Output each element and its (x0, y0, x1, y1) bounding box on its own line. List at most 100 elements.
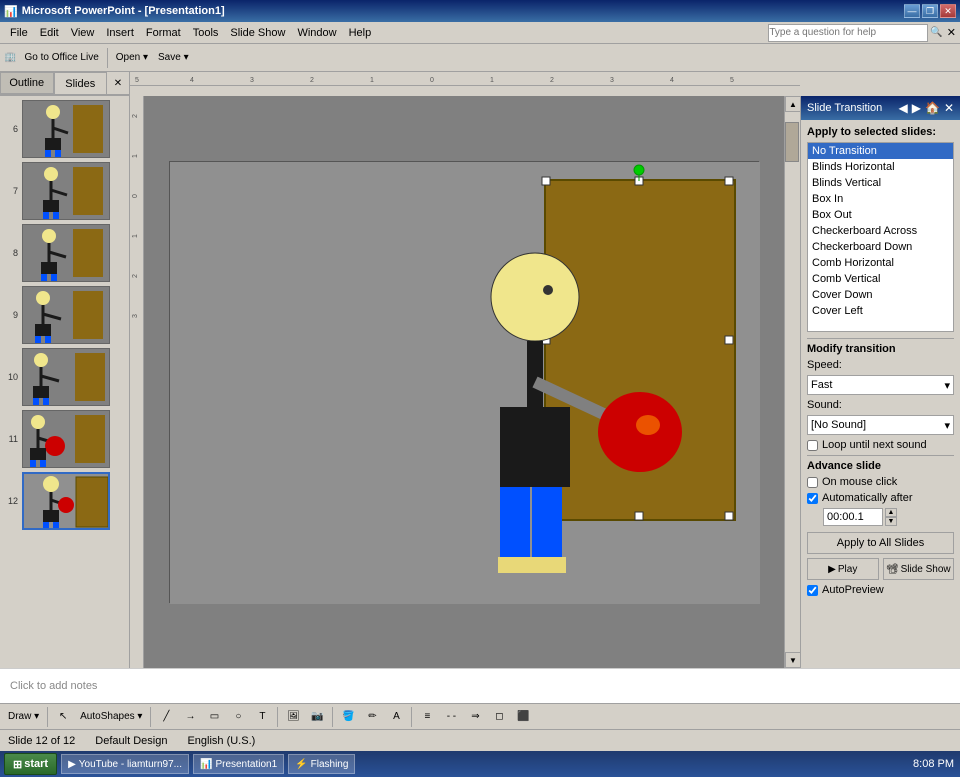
menu-tools[interactable]: Tools (187, 25, 225, 41)
taskbar-youtube[interactable]: ▶ YouTube - liamturn97... (61, 754, 189, 774)
select-arrow-icon: ↖ (59, 711, 67, 722)
slide-num-6: 6 (4, 124, 18, 134)
menu-format[interactable]: Format (140, 25, 187, 41)
slide-thumb-7[interactable]: 7 (4, 162, 125, 220)
menu-help[interactable]: Help (343, 25, 378, 41)
notes-area[interactable]: Click to add notes (0, 668, 960, 703)
menu-edit[interactable]: Edit (34, 25, 65, 41)
help-search[interactable] (768, 24, 928, 42)
fill-color-button[interactable]: 🪣 (337, 706, 359, 728)
menu-insert[interactable]: Insert (100, 25, 140, 41)
font-color-button[interactable]: A (385, 706, 407, 728)
draw-button[interactable]: Draw ▾ (4, 706, 43, 728)
transition-comb-horizontal[interactable]: Comb Horizontal (808, 255, 953, 271)
menu-window[interactable]: Window (291, 25, 342, 41)
transition-cover-down[interactable]: Cover Down (808, 287, 953, 303)
insert-picture-button[interactable]: 📷 (306, 706, 328, 728)
dash-style-button[interactable]: - - (440, 706, 462, 728)
transition-box-in[interactable]: Box In (808, 191, 953, 207)
close-help-button[interactable]: ✕ (947, 26, 956, 39)
rectangle-tool[interactable]: ▭ (203, 706, 225, 728)
close-button[interactable]: ✕ (940, 4, 956, 18)
shadow-button[interactable]: ◻ (488, 706, 510, 728)
auto-after-checkbox[interactable] (807, 493, 818, 504)
slide-img-10[interactable] (22, 348, 110, 406)
transition-list[interactable]: No Transition Blinds Horizontal Blinds V… (807, 142, 954, 332)
panel-forward-icon[interactable]: ▶ (912, 101, 921, 115)
mouse-click-label: On mouse click (822, 476, 897, 488)
menu-view[interactable]: View (65, 25, 101, 41)
slide-img-12[interactable] (22, 472, 110, 530)
transition-box-out[interactable]: Box Out (808, 207, 953, 223)
taskbar-presentation[interactable]: 📊 Presentation1 (193, 754, 284, 774)
tab-outline[interactable]: Outline (0, 72, 54, 94)
transition-cover-left[interactable]: Cover Left (808, 303, 953, 319)
select-arrow-button[interactable]: ↖ (52, 706, 74, 728)
restore-button[interactable]: ❐ (922, 4, 938, 18)
panel-home-icon[interactable]: 🏠 (925, 101, 940, 115)
autopreview-checkbox[interactable] (807, 585, 818, 596)
minimize-button[interactable]: — (904, 4, 920, 18)
slide-thumb-6[interactable]: 6 (4, 100, 125, 158)
slide-img-9[interactable] (22, 286, 110, 344)
slide-thumb-11[interactable]: 11 (4, 410, 125, 468)
scroll-thumb[interactable] (785, 122, 799, 162)
transition-comb-vertical[interactable]: Comb Vertical (808, 271, 953, 287)
speed-dropdown[interactable]: Fast ▾ (807, 375, 954, 395)
sound-dropdown[interactable]: [No Sound] ▾ (807, 415, 954, 435)
line-color-button[interactable]: ✏ (361, 706, 383, 728)
taskbar-flashing[interactable]: ⚡ Flashing (288, 754, 355, 774)
transition-checkerboard-down[interactable]: Checkerboard Down (808, 239, 953, 255)
slide-thumb-10[interactable]: 10 (4, 348, 125, 406)
scroll-track[interactable] (785, 112, 800, 652)
autoshapes-button[interactable]: AutoShapes ▾ (76, 706, 146, 728)
oval-tool[interactable]: ○ (227, 706, 249, 728)
panel-close-icon[interactable]: ✕ (944, 101, 954, 115)
apply-all-button[interactable]: Apply to All Slides (807, 532, 954, 554)
slide-img-8[interactable] (22, 224, 110, 282)
slide-canvas[interactable] (169, 161, 759, 603)
time-input[interactable]: 00:00.1 (823, 508, 883, 526)
slide-img-7[interactable] (22, 162, 110, 220)
transition-no-transition[interactable]: No Transition (808, 143, 953, 159)
slide-show-button[interactable]: 📽 Slide Show (883, 558, 955, 580)
arrow-tool[interactable]: → (179, 706, 201, 728)
insert-clip-art-button[interactable]: 🖼 (282, 706, 304, 728)
scroll-down-button[interactable]: ▼ (785, 652, 801, 668)
time-up[interactable]: ▲ (885, 508, 897, 517)
mouse-click-checkbox[interactable] (807, 477, 818, 488)
transition-blinds-horizontal[interactable]: Blinds Horizontal (808, 159, 953, 175)
play-button[interactable]: ▶ Play (807, 558, 879, 580)
close-panel-button[interactable]: ✕ (107, 72, 129, 94)
panel-back-icon[interactable]: ◀ (899, 101, 908, 115)
3d-button[interactable]: ⬛ (512, 706, 534, 728)
save-button[interactable]: Save ▾ (154, 47, 193, 69)
help-search-button[interactable]: 🔍 (930, 27, 942, 38)
slide-img-6[interactable] (22, 100, 110, 158)
menu-slideshow[interactable]: Slide Show (224, 25, 291, 41)
office-live-button[interactable]: Go to Office Live (20, 47, 102, 69)
slide-thumb-12[interactable]: 12 (4, 472, 125, 530)
transition-checkerboard-across[interactable]: Checkerboard Across (808, 223, 953, 239)
text-box-tool[interactable]: T (251, 706, 273, 728)
ppt-icon: 📊 (200, 759, 212, 770)
loop-checkbox[interactable] (807, 440, 818, 451)
slide-img-11[interactable] (22, 410, 110, 468)
arrow-style-button[interactable]: ⇒ (464, 706, 486, 728)
line-style-button[interactable]: ≡ (416, 706, 438, 728)
bottom-buttons: ▶ Play 📽 Slide Show (807, 558, 954, 580)
line-tool[interactable]: ╱ (155, 706, 177, 728)
start-button[interactable]: ⊞ start (4, 753, 57, 775)
shadow-icon: ◻ (495, 711, 503, 722)
menu-file[interactable]: File (4, 25, 34, 41)
vertical-scrollbar[interactable]: ▲ ▼ (784, 96, 800, 668)
tab-slides[interactable]: Slides (54, 72, 108, 94)
time-down[interactable]: ▼ (885, 517, 897, 526)
slide-thumb-9[interactable]: 9 (4, 286, 125, 344)
svg-text:2: 2 (132, 114, 139, 118)
slide-thumb-8[interactable]: 8 (4, 224, 125, 282)
time-stepper[interactable]: ▲ ▼ (885, 508, 897, 526)
open-button[interactable]: Open ▾ (112, 47, 152, 69)
transition-blinds-vertical[interactable]: Blinds Vertical (808, 175, 953, 191)
scroll-up-button[interactable]: ▲ (785, 96, 801, 112)
